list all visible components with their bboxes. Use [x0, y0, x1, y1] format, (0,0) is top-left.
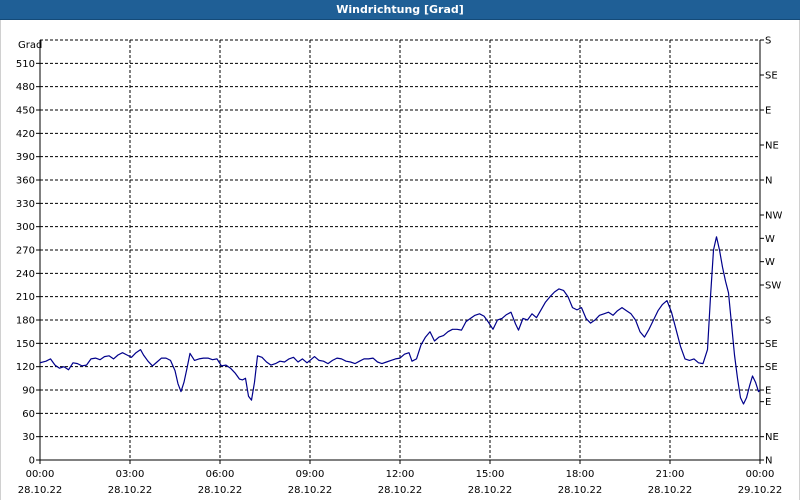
x-tick-date: 28.10.22 — [378, 485, 423, 496]
chart-grid — [40, 40, 760, 460]
right-tick-label: W — [765, 234, 775, 245]
right-tick-label: N — [765, 176, 772, 187]
y-tick-label: 390 — [16, 152, 35, 163]
y-axis-label: Grad — [18, 40, 42, 51]
x-tick-date: 28.10.22 — [468, 485, 513, 496]
x-tick-date: 28.10.22 — [108, 485, 153, 496]
x-tick-date: 28.10.22 — [648, 485, 693, 496]
y-tick-label: 420 — [16, 129, 35, 140]
y-tick-label: 480 — [16, 82, 35, 93]
wind-direction-chart: Grad 0 30 60 90 120 150 180 210 240 270 300 330 360 3… — [16, 36, 783, 497]
right-tick-label: SE — [765, 362, 778, 373]
x-tick-date: 29.10.22 — [738, 485, 783, 496]
x-tick-time: 06:00 — [206, 469, 235, 480]
y-tick-label: 450 — [16, 106, 35, 117]
right-tick-label: SE — [765, 71, 778, 82]
x-tick-time: 12:00 — [386, 469, 415, 480]
y-tick-labels: 0 30 60 90 120 150 180 210 240 270 300 330 360 390 420… — [16, 59, 35, 467]
x-tick-time: 15:00 — [476, 469, 505, 480]
x-tick-time: 09:00 — [296, 469, 325, 480]
right-tick-label: SW — [765, 281, 781, 292]
x-tick-labels: 00:00 28.10.22 03:00 28.10.22 06:00 28.10.22 0… — [18, 469, 783, 496]
y-tick-label: 360 — [16, 176, 35, 187]
y-tick-label: 510 — [16, 59, 35, 70]
y-tick-label: 300 — [16, 222, 35, 233]
y-tick-label: 210 — [16, 292, 35, 303]
right-tick-label: SE — [765, 339, 778, 350]
right-tick-label: S — [765, 36, 771, 47]
right-tick-label: E — [765, 106, 771, 117]
x-tick-time: 00:00 — [746, 469, 775, 480]
y-tick-label: 30 — [22, 432, 35, 443]
right-tick-label: NW — [765, 211, 782, 222]
x-tick-time: 21:00 — [656, 469, 685, 480]
x-tick-date: 28.10.22 — [288, 485, 333, 496]
right-tick-label: W — [765, 257, 775, 268]
y-tick-label: 270 — [16, 246, 35, 257]
x-tick-time: 18:00 — [566, 469, 595, 480]
y-tick-label: 120 — [16, 362, 35, 373]
right-tick-label: E — [765, 386, 771, 397]
right-tick-label: S — [765, 316, 771, 327]
x-tick-time: 03:00 — [116, 469, 145, 480]
y-tick-label: 90 — [22, 386, 35, 397]
right-tick-label: NE — [765, 141, 779, 152]
x-tick-date: 28.10.22 — [18, 485, 63, 496]
y-tick-label: 0 — [29, 456, 35, 467]
right-tick-labels: NNEEESESESSWWWNWNNEESES — [765, 36, 782, 467]
y-tick-label: 330 — [16, 199, 35, 210]
y-tick-label: 180 — [16, 316, 35, 327]
y-tick-label: 60 — [22, 409, 35, 420]
x-tick-time: 00:00 — [26, 469, 55, 480]
right-tick-label: N — [765, 456, 772, 467]
x-tick-date: 28.10.22 — [198, 485, 243, 496]
x-tick-date: 28.10.22 — [558, 485, 603, 496]
y-tick-label: 240 — [16, 269, 35, 280]
y-tick-label: 150 — [16, 339, 35, 350]
right-tick-label: NE — [765, 432, 779, 443]
right-tick-label: E — [765, 397, 771, 408]
